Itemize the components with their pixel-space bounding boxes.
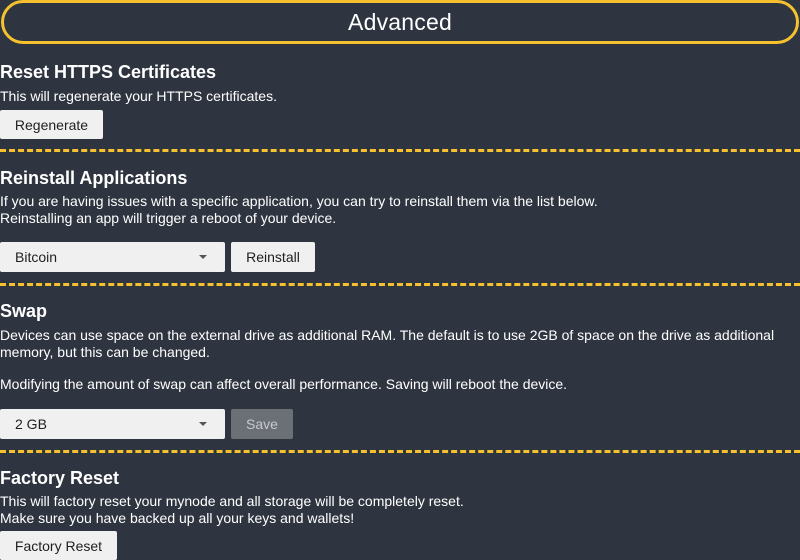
reset-https-title: Reset HTTPS Certificates — [0, 62, 217, 82]
page-title: Advanced — [348, 8, 452, 35]
regenerate-button[interactable]: Regenerate — [0, 110, 103, 139]
reinstall-description-line1: If you are having issues with a specific… — [0, 193, 598, 209]
app-select-value: Bitcoin — [15, 249, 58, 265]
factory-reset-description-line1: This will factory reset your mynode and … — [0, 493, 464, 509]
swap-description-line2: memory, but this can be changed. — [0, 344, 210, 360]
swap-section: Swap Devices can use space on the extern… — [0, 300, 800, 393]
reinstall-title: Reinstall Applications — [0, 168, 188, 188]
advanced-page: Advanced Reset HTTPS Certificates This w… — [0, 0, 800, 560]
section-divider — [0, 450, 800, 453]
factory-reset-button[interactable]: Factory Reset — [0, 531, 117, 560]
reset-https-description: This will regenerate your HTTPS certific… — [0, 88, 277, 104]
section-divider — [0, 283, 800, 286]
chevron-down-icon — [199, 255, 207, 259]
reinstall-button[interactable]: Reinstall — [231, 242, 315, 272]
reinstall-description-line2: Reinstalling an app will trigger a reboo… — [0, 210, 337, 226]
swap-size-value: 2 GB — [15, 416, 47, 432]
reset-https-section: Reset HTTPS Certificates This will regen… — [0, 61, 800, 105]
swap-description-line3: Modifying the amount of swap can affect … — [0, 376, 568, 392]
swap-size-select[interactable]: 2 GB — [0, 409, 225, 439]
swap-description-line1: Devices can use space on the external dr… — [0, 327, 775, 343]
app-select[interactable]: Bitcoin — [0, 242, 225, 272]
factory-reset-description-line2: Make sure you have backed up all your ke… — [0, 510, 355, 526]
page-header: Advanced — [1, 0, 799, 44]
reinstall-section: Reinstall Applications If you are having… — [0, 167, 800, 227]
chevron-down-icon — [199, 422, 207, 426]
save-swap-button[interactable]: Save — [231, 409, 293, 439]
section-divider — [0, 149, 800, 152]
swap-title: Swap — [0, 301, 48, 321]
factory-reset-title: Factory Reset — [0, 468, 120, 488]
factory-reset-section: Factory Reset This will factory reset yo… — [0, 467, 800, 527]
